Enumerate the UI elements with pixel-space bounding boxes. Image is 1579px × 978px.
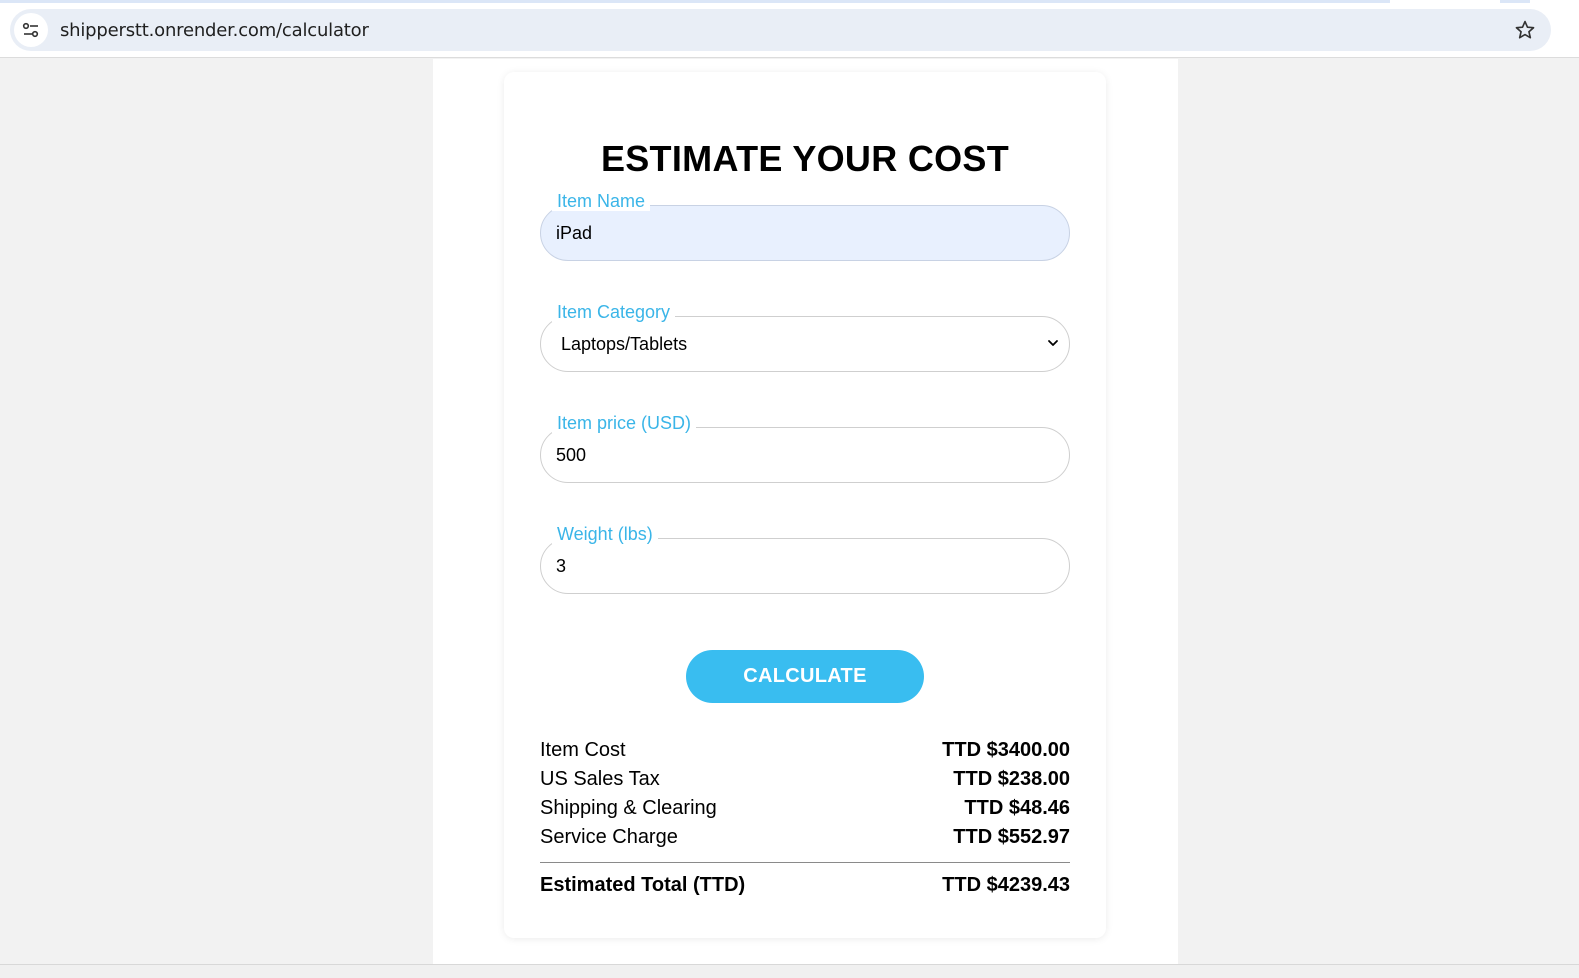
page-title: ESTIMATE YOUR COST [600,138,1010,179]
result-amount: TTD $3400.00 [942,739,1070,761]
calculator-card: ESTIMATE YOUR COST Item Name iPad Item C… [504,72,1106,938]
result-row: Service Charge TTD $552.97 [540,823,1070,852]
loading-bar [0,0,1390,3]
calculate-button[interactable]: CALCULATE [686,650,924,703]
total-amount: TTD $4239.43 [942,873,1070,896]
result-amount: TTD $552.97 [953,826,1070,848]
result-label: Item Cost [540,739,626,761]
bottom-edge [0,964,1579,978]
bookmark-button[interactable] [1513,18,1537,42]
item-price-field[interactable]: Item price (USD) 500 [540,413,1070,483]
url-text[interactable]: shipperstt.onrender.com/calculator [60,20,369,41]
weight-value[interactable]: 3 [556,538,566,594]
weight-field[interactable]: Weight (lbs) 3 [540,524,1070,594]
loading-bar-segment [1500,0,1530,3]
chevron-down-icon[interactable] [1046,336,1060,350]
tune-icon [22,22,39,38]
item-price-input[interactable] [540,427,1070,483]
total-label: Estimated Total (TTD) [540,873,746,896]
result-amount: TTD $238.00 [953,768,1070,790]
total-row: Estimated Total (TTD) TTD $4239.43 [540,869,1070,901]
address-bar[interactable]: shipperstt.onrender.com/calculator [10,9,1551,51]
results-summary: Item Cost TTD $3400.00 US Sales Tax TTD … [540,736,1070,901]
item-name-input[interactable] [540,205,1070,261]
result-label: US Sales Tax [540,768,660,790]
weight-label: Weight (lbs) [552,524,658,544]
site-info-button[interactable] [14,13,48,47]
item-name-field[interactable]: Item Name iPad [540,191,1070,261]
result-label: Shipping & Clearing [540,797,717,819]
star-outline-icon [1515,20,1535,39]
item-price-value[interactable]: 500 [556,427,586,483]
item-name-value[interactable]: iPad [556,205,592,261]
result-amount: TTD $48.46 [964,797,1070,819]
weight-input[interactable] [540,538,1070,594]
results-divider [540,862,1070,863]
result-row: Shipping & Clearing TTD $48.46 [540,794,1070,823]
item-category-value[interactable]: Laptops/Tablets [561,316,687,372]
browser-toolbar: shipperstt.onrender.com/calculator [0,0,1579,58]
result-row: US Sales Tax TTD $238.00 [540,765,1070,794]
result-row: Item Cost TTD $3400.00 [540,736,1070,765]
item-category-field[interactable]: Item Category Laptops/Tablets [540,302,1070,372]
result-label: Service Charge [540,826,678,848]
